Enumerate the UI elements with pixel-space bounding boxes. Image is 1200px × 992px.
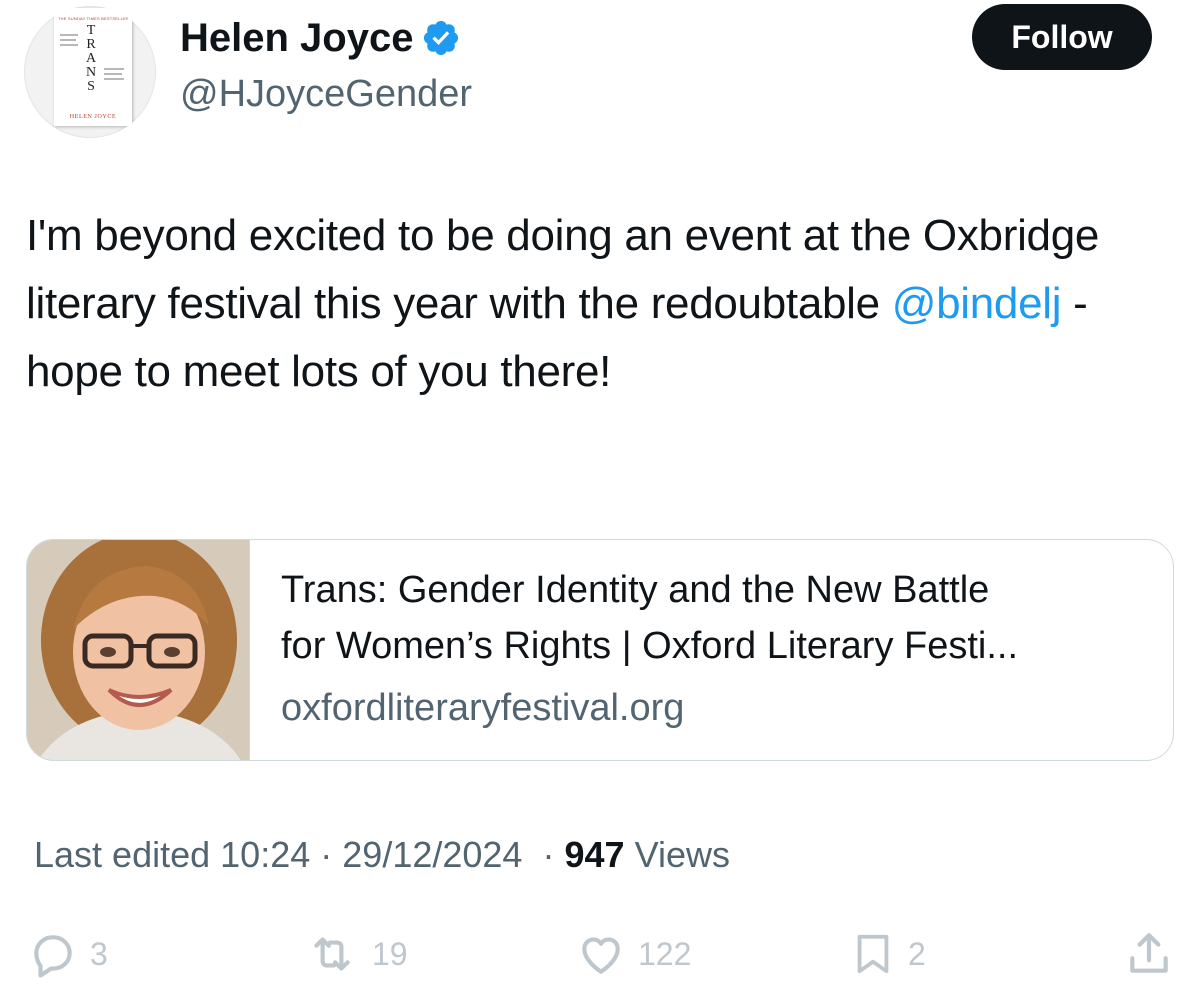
reply-button[interactable]: 3 [28,924,108,984]
link-card[interactable]: Trans: Gender Identity and the New Battl… [26,539,1174,761]
book-cover-line [104,78,124,80]
link-card-title-line: for Women’s Rights | Oxford Literary Fes… [281,625,1019,667]
verified-badge-icon[interactable] [421,18,461,58]
portrait-image [27,540,249,760]
book-cover-line [60,39,76,41]
views-label: Views [634,834,730,875]
book-title: TRANS [85,23,97,94]
link-card-title-line: Trans: Gender Identity and the New Battl… [281,569,990,611]
book-author: HELEN JOYCE [69,114,117,120]
book-cover-line [104,73,122,75]
meta-separator: · [320,834,333,875]
like-button[interactable]: 122 [576,924,691,984]
author-handle[interactable]: @HJoyceGender [180,70,472,118]
like-count: 122 [638,935,692,972]
meta-separator: · [542,834,555,875]
reply-count: 3 [90,935,108,972]
heart-icon [582,937,620,974]
repost-button[interactable]: 19 [304,924,408,984]
action-bar: 3 19 122 2 [0,924,1200,984]
avatar[interactable]: THE SUNDAY TIMES BESTSELLER TRANS HELEN … [24,6,156,138]
tweet-text: I'm beyond excited to be doing an event … [26,202,1156,406]
book-cover-image: THE SUNDAY TIMES BESTSELLER TRANS HELEN … [54,8,132,126]
share-icon [1130,933,1168,973]
bookmark-count: 2 [908,935,926,972]
bookmark-button[interactable]: 2 [850,924,926,984]
link-card-domain: oxfordliteraryfestival.org [281,687,685,729]
share-button[interactable] [1124,924,1174,984]
bookmark-icon [857,934,889,974]
link-card-title: Trans: Gender Identity and the New Battl… [281,562,1151,674]
link-card-image [27,540,250,760]
tweet-page: THE SUNDAY TIMES BESTSELLER TRANS HELEN … [0,0,1200,992]
repost-icon [314,937,350,971]
follow-button[interactable]: Follow [972,4,1152,70]
author-display-name[interactable]: Helen Joyce [180,14,413,62]
tweet-time[interactable]: 10:24 [220,834,310,875]
mention-link[interactable]: @bindelj [892,279,1062,328]
book-cover-line [60,34,78,36]
views-count: 947 [564,834,625,875]
repost-count: 19 [372,935,408,972]
tweet-meta: Last edited 10:24 · 29/12/2024 · 947 Vie… [34,830,730,880]
reply-icon [34,935,72,978]
edited-label[interactable]: Last edited [34,834,210,875]
author-name-row: Helen Joyce [180,14,461,62]
book-tagline: THE SUNDAY TIMES BESTSELLER [58,16,128,21]
book-cover-line [104,68,124,70]
tweet-date[interactable]: 29/12/2024 [342,834,522,875]
book-cover-line [60,44,78,46]
